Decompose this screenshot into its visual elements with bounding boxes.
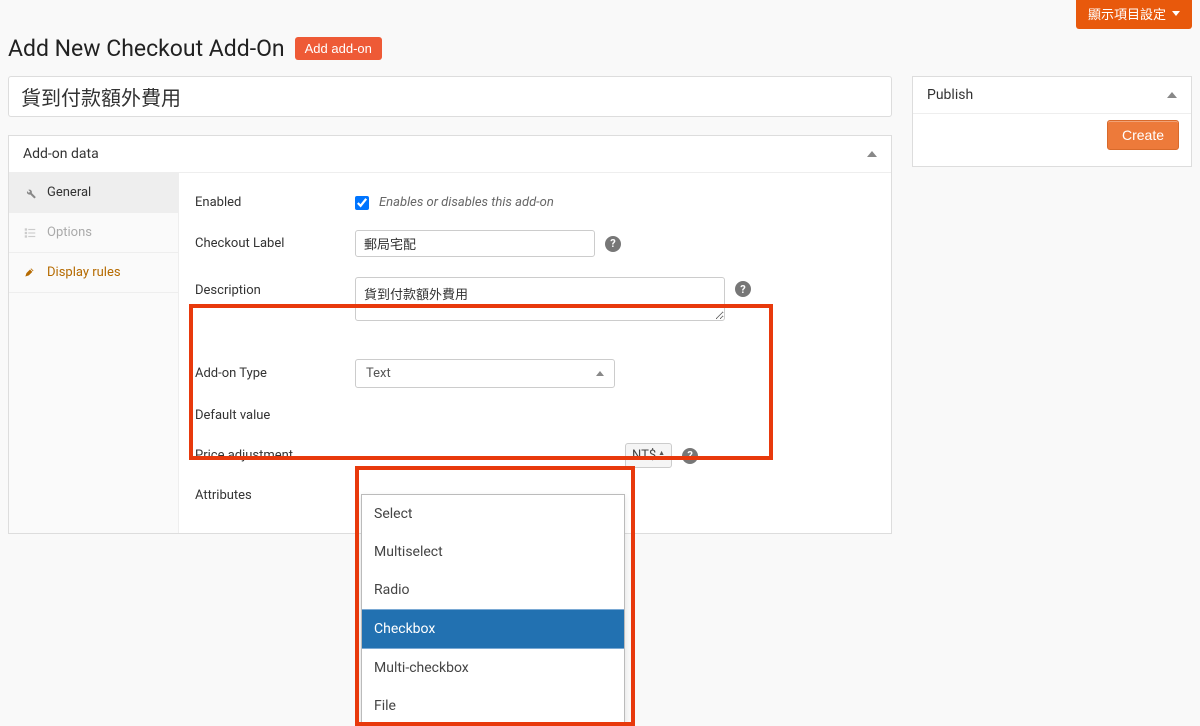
type-option-file[interactable]: File (362, 687, 624, 725)
panel-toggle-icon[interactable] (1167, 92, 1177, 98)
help-icon[interactable]: ? (682, 448, 698, 464)
publish-heading: Publish (927, 87, 973, 103)
help-icon[interactable]: ? (605, 236, 621, 252)
screen-options-label: 顯示項目設定 (1088, 4, 1166, 23)
type-option-select[interactable]: Select (362, 495, 624, 533)
enabled-checkbox[interactable] (355, 196, 369, 210)
attributes-label: Attributes (195, 488, 345, 503)
price-adjustment-label: Price adjustment (195, 448, 345, 463)
add-addon-button[interactable]: Add add-on (295, 37, 382, 60)
settings-tabs: General Options Display rules (9, 173, 179, 533)
stepper-icon: ▲▼ (658, 451, 665, 461)
enabled-label: Enabled (195, 195, 345, 210)
publish-panel: Publish Create (912, 76, 1192, 167)
checkout-label-input[interactable] (355, 230, 595, 257)
addon-type-select[interactable]: Text (355, 359, 615, 388)
addon-type-label: Add-on Type (195, 366, 345, 381)
price-currency-select[interactable]: NT$ ▲▼ (625, 443, 672, 468)
addon-data-heading: Add-on data (23, 146, 99, 162)
page-title: Add New Checkout Add-On (8, 35, 285, 62)
help-icon[interactable]: ? (735, 281, 751, 297)
description-textarea[interactable] (355, 277, 725, 321)
tab-general[interactable]: General (9, 173, 178, 213)
chevron-down-icon (1172, 11, 1180, 16)
list-icon (23, 226, 37, 240)
tab-general-label: General (47, 185, 91, 200)
pin-icon (23, 266, 37, 280)
wrench-icon (23, 186, 37, 200)
default-value-label: Default value (195, 408, 345, 423)
chevron-up-icon (596, 371, 604, 376)
addon-type-selected: Text (366, 366, 391, 381)
addon-title-input[interactable] (8, 76, 892, 117)
description-label: Description (195, 277, 345, 298)
type-option-multi-checkbox[interactable]: Multi-checkbox (362, 649, 624, 687)
checkout-label-label: Checkout Label (195, 236, 345, 251)
type-option-radio[interactable]: Radio (362, 571, 624, 609)
tab-display-rules[interactable]: Display rules (9, 253, 178, 293)
screen-options-button[interactable]: 顯示項目設定 (1076, 0, 1192, 29)
tab-options[interactable]: Options (9, 213, 178, 253)
addon-type-dropdown: Select Multiselect Radio Checkbox Multi-… (361, 494, 625, 726)
tab-options-label: Options (47, 225, 92, 240)
panel-toggle-icon[interactable] (867, 151, 877, 157)
type-option-multiselect[interactable]: Multiselect (362, 533, 624, 571)
general-form: Enabled Enables or disables this add-on … (179, 173, 891, 533)
currency-label: NT$ (632, 448, 656, 463)
create-button[interactable]: Create (1107, 120, 1179, 150)
type-option-checkbox[interactable]: Checkbox (362, 609, 624, 649)
tab-display-rules-label: Display rules (47, 265, 121, 280)
addon-data-panel: Add-on data General Options (8, 135, 892, 534)
enabled-hint: Enables or disables this add-on (379, 195, 554, 210)
